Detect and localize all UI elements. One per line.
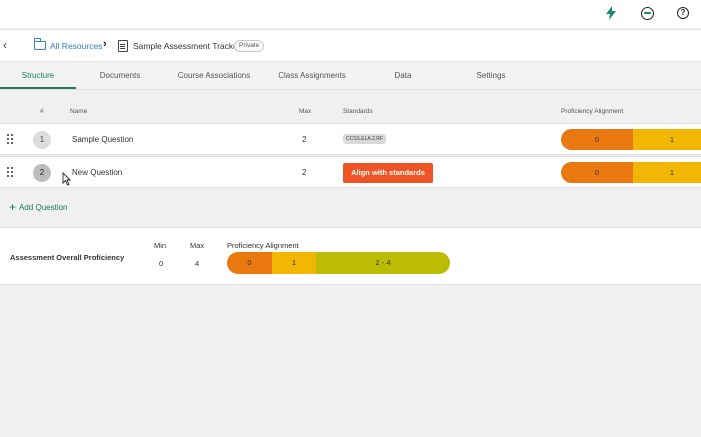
lightning-icon[interactable] — [603, 5, 619, 21]
column-number: # — [40, 108, 44, 115]
plus-icon: + — [9, 200, 17, 214]
chevron-right-icon: › — [103, 38, 107, 50]
table-header: # Name Max Standards Proficiency Alignme… — [0, 104, 701, 120]
privacy-badge: Private — [234, 40, 265, 52]
column-max: Max — [299, 108, 312, 115]
proficiency-segment: 2 - 4 — [316, 252, 450, 274]
column-proficiency: Proficiency Alignment — [561, 108, 624, 115]
table-row[interactable]: 1 Sample Question 2 CCSS.ELA.2.RF 0 1 — [0, 123, 701, 155]
question-max: 2 — [302, 168, 307, 177]
overall-proficiency-label: Assessment Overall Proficiency — [10, 253, 125, 262]
mouse-cursor-icon — [62, 172, 71, 186]
question-max: 2 — [302, 135, 307, 144]
tab-class-assignments[interactable]: Class Assignments — [272, 63, 352, 89]
folder-icon — [34, 38, 46, 50]
tab-data[interactable]: Data — [388, 63, 418, 89]
tab-structure[interactable]: Structure — [0, 63, 76, 89]
question-number: 2 — [33, 164, 51, 182]
question-number: 1 — [33, 131, 51, 149]
page-title: Sample Assessment Tracker — [133, 41, 241, 51]
add-question-button[interactable]: + Add Question — [9, 199, 68, 214]
standard-chip[interactable]: CCSS.ELA.2.RF — [343, 134, 386, 144]
max-heading: Max — [190, 241, 205, 250]
proficiency-segment: 0 — [561, 162, 633, 183]
help-icon[interactable]: ? — [675, 5, 691, 21]
min-heading: Min — [154, 241, 167, 250]
proficiency-segment: 0 — [561, 129, 633, 150]
tab-course-associations[interactable]: Course Associations — [171, 63, 257, 89]
tab-documents[interactable]: Documents — [90, 63, 150, 89]
top-bar: ? — [0, 0, 701, 28]
back-chevron-icon[interactable]: ‹ — [3, 38, 7, 52]
min-value: 0 — [159, 259, 164, 268]
overall-proficiency-card: Assessment Overall Proficiency Min Max P… — [0, 227, 701, 285]
table-row[interactable]: 2 New Question 2 Align with standards 0 … — [0, 156, 701, 188]
proficiency-segment: 0 — [227, 252, 272, 274]
max-value: 4 — [195, 259, 200, 268]
breadcrumb: ‹ All Resources › Sample Assessment Trac… — [0, 29, 701, 62]
question-name[interactable]: New Question — [72, 168, 122, 177]
drag-handle-icon[interactable] — [7, 134, 14, 145]
column-name: Name — [70, 108, 88, 115]
proficiency-bar: 0 1 — [561, 129, 701, 150]
align-with-standards-button[interactable]: Align with standards — [343, 163, 433, 183]
breadcrumb-all-resources[interactable]: All Resources — [50, 41, 102, 51]
tab-bar: Structure Documents Course Associations … — [0, 63, 701, 90]
overall-proficiency-bar: 0 1 2 - 4 — [227, 252, 450, 274]
column-standards: Standards — [343, 108, 373, 115]
avatar-icon[interactable] — [639, 5, 655, 21]
proficiency-segment: 1 — [633, 162, 701, 183]
proficiency-segment: 1 — [633, 129, 701, 150]
tab-settings[interactable]: Settings — [470, 63, 512, 89]
proficiency-segment: 1 — [272, 252, 316, 274]
question-name[interactable]: Sample Question — [72, 135, 133, 144]
drag-handle-icon[interactable] — [7, 167, 14, 178]
proficiency-bar: 0 1 — [561, 162, 701, 183]
document-icon — [118, 40, 128, 52]
alignment-heading: Proficiency Alignment — [227, 241, 299, 250]
add-question-label: Add Question — [19, 203, 68, 212]
